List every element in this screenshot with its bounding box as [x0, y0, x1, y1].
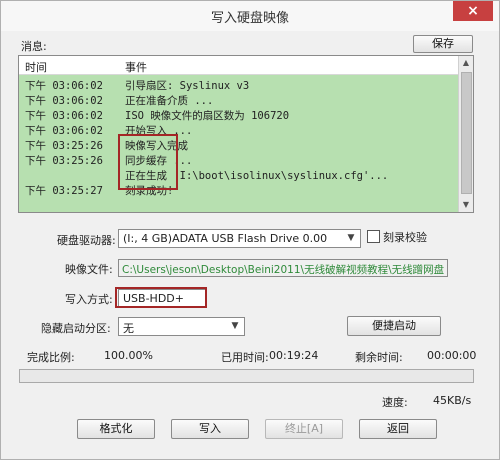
list-item[interactable]: 下午 03:06:02 ISO 映像文件的扇区数为 106720 [19, 108, 459, 123]
log-header: 时间 事件 [19, 56, 473, 75]
list-item[interactable]: 下午 03:06:02 开始写入 ... [19, 123, 459, 138]
list-item[interactable]: 正在生成 'I:\boot\isolinux\syslinux.cfg'... [19, 168, 459, 183]
elapsed-label: 已用时间: [221, 351, 269, 364]
speed-value: 45KB/s [433, 394, 472, 407]
message-log: 时间 事件 下午 03:06:02 引导扇区: Syslinux v3 下午 03… [18, 55, 474, 213]
list-item[interactable]: 下午 03:25:27 刻录成功! [19, 183, 459, 198]
list-item[interactable]: 下午 03:25:26 映像写入完成 [19, 138, 459, 153]
write-disk-image-dialog: 写入硬盘映像 × 消息: 保存 时间 事件 下午 03:06:02 引导扇区: S… [0, 0, 500, 460]
scroll-thumb[interactable] [461, 72, 472, 194]
verify-checkbox[interactable] [367, 230, 380, 243]
stop-button[interactable]: 终止[A] [265, 419, 343, 439]
quick-boot-button[interactable]: 便捷启动 [347, 316, 441, 336]
back-button[interactable]: 返回 [359, 419, 437, 439]
verify-label[interactable]: 刻录校验 [383, 229, 427, 245]
write-mode-label: 写入方式: [65, 293, 113, 306]
write-button[interactable]: 写入 [171, 419, 249, 439]
scroll-down-icon[interactable]: ▼ [459, 198, 473, 212]
image-file-field[interactable]: C:\Users\jeson\Desktop\Beini2011\无线破解视频教… [118, 259, 448, 277]
close-icon[interactable]: × [453, 1, 493, 21]
column-header-time[interactable]: 时间 [25, 59, 47, 75]
highlight-annotation [118, 134, 178, 190]
image-file-path: C:\Users\jeson\Desktop\Beini2011\无线破解视频教… [122, 264, 445, 276]
title-bar: 写入硬盘映像 × [1, 1, 499, 31]
list-item[interactable]: 下午 03:25:26 同步缓存 ... [19, 153, 459, 168]
messages-label: 消息: [21, 40, 47, 53]
completion-label: 完成比例: [27, 351, 75, 364]
drive-select[interactable]: (I:, 4 GB)ADATA USB Flash Drive 0.00 ▼ [118, 229, 361, 248]
list-item[interactable]: 下午 03:06:02 引导扇区: Syslinux v3 [19, 78, 459, 93]
progress-bar [19, 369, 474, 383]
list-item[interactable]: 下午 03:06:02 正在准备介质 ... [19, 93, 459, 108]
hidden-partition-label: 隐藏启动分区: [41, 322, 111, 335]
highlight-annotation [115, 287, 207, 308]
log-body: 下午 03:06:02 引导扇区: Syslinux v3 下午 03:06:02… [19, 75, 459, 212]
chevron-down-icon: ▼ [231, 321, 239, 331]
image-file-label: 映像文件: [65, 263, 113, 276]
save-button[interactable]: 保存 [413, 35, 473, 53]
hidden-partition-select[interactable]: 无 ▼ [118, 317, 245, 336]
log-scrollbar[interactable]: ▲ ▼ [458, 56, 473, 212]
speed-label: 速度: [382, 396, 408, 409]
window-title: 写入硬盘映像 [210, 11, 289, 26]
remaining-value: 00:00:00 [427, 349, 477, 362]
format-button[interactable]: 格式化 [77, 419, 155, 439]
column-header-event[interactable]: 事件 [125, 59, 147, 75]
chevron-down-icon: ▼ [347, 233, 355, 243]
drive-value: (I:, 4 GB)ADATA USB Flash Drive 0.00 [123, 232, 328, 245]
remaining-label: 剩余时间: [355, 351, 403, 364]
scroll-up-icon[interactable]: ▲ [459, 56, 473, 70]
hidden-partition-value: 无 [123, 322, 134, 335]
elapsed-value: 00:19:24 [269, 349, 319, 362]
progress-fill [20, 370, 473, 382]
drive-label: 硬盘驱动器: [57, 234, 116, 247]
completion-value: 100.00% [104, 349, 153, 362]
